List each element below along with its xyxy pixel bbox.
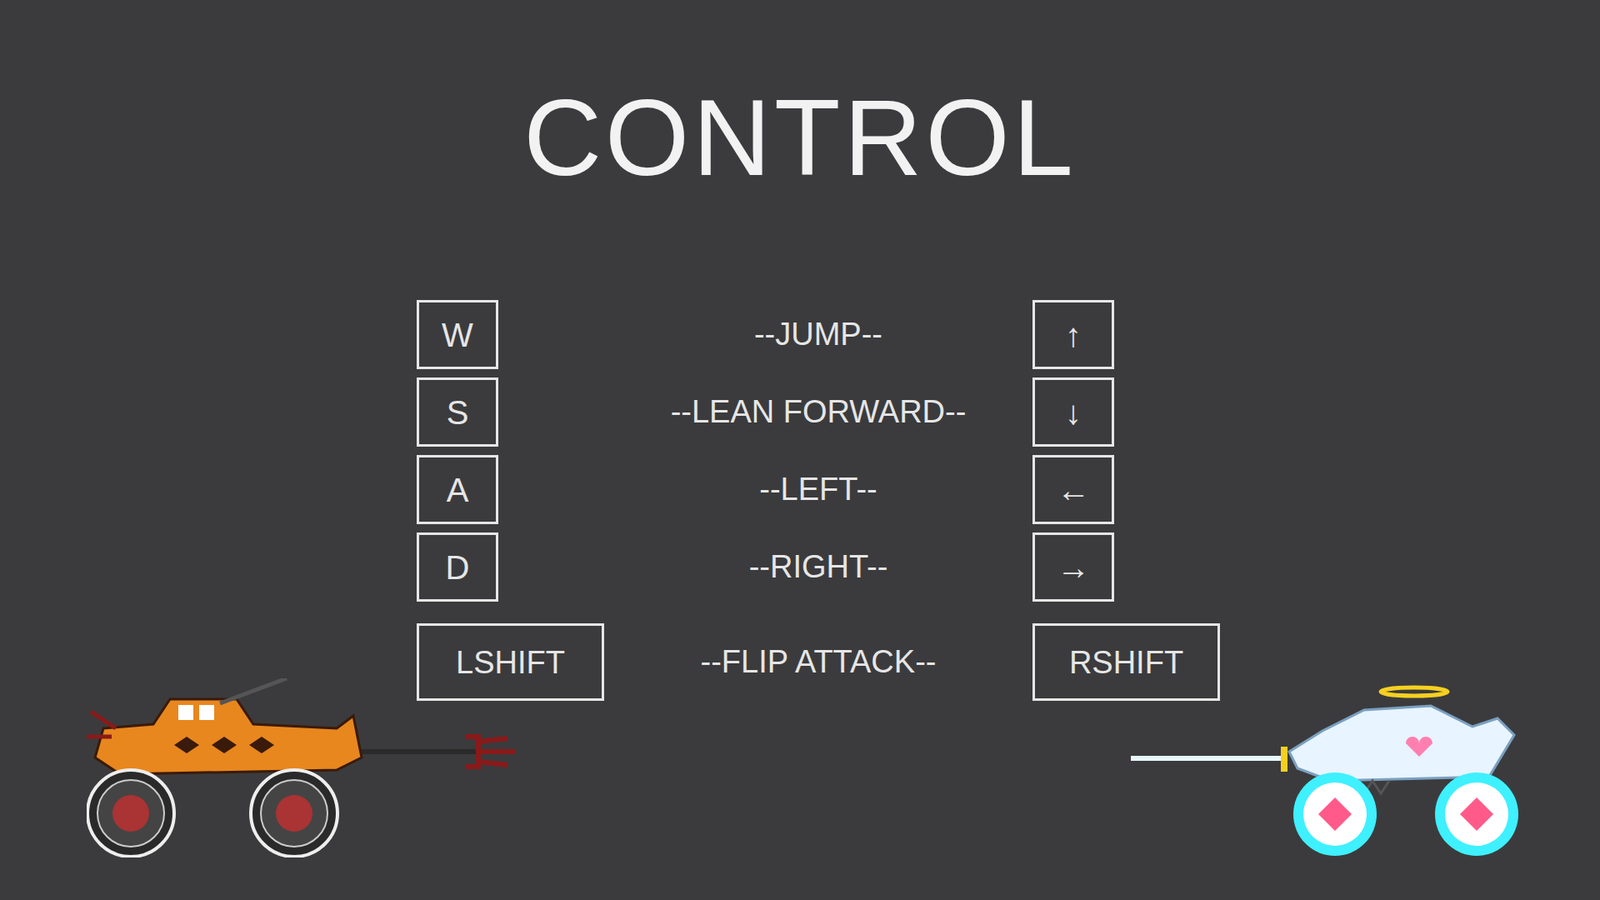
action-label: --LEAN FORWARD--	[604, 377, 1033, 447]
key-box: D	[416, 532, 499, 602]
title: CONTROL	[0, 0, 1600, 192]
key-box: ↓	[1032, 377, 1115, 447]
key-box: A	[416, 455, 499, 525]
action-label: --LEFT--	[604, 455, 1033, 525]
key-box: RSHIFT	[1032, 623, 1220, 701]
control-screen: CONTROL W --JUMP--↑ S --LEAN FORWARD--↓ A --LE…	[0, 0, 1600, 900]
action-label: --JUMP--	[604, 300, 1033, 370]
key-box: LSHIFT	[416, 623, 605, 701]
key-box: W	[416, 300, 499, 370]
key-box: ←	[1032, 455, 1115, 525]
action-label: --FLIP ATTACK--	[604, 623, 1033, 701]
key-box: →	[1032, 532, 1115, 602]
action-label: --RIGHT--	[604, 532, 1033, 602]
devil-truck-icon	[86, 678, 525, 858]
angel-car-icon	[1130, 685, 1523, 858]
key-box: ↑	[1032, 300, 1115, 370]
bindings-table: W --JUMP--↑ S --LEAN FORWARD--↓ A --LEFT--← D -…	[0, 191, 1600, 701]
key-box: S	[416, 377, 499, 447]
